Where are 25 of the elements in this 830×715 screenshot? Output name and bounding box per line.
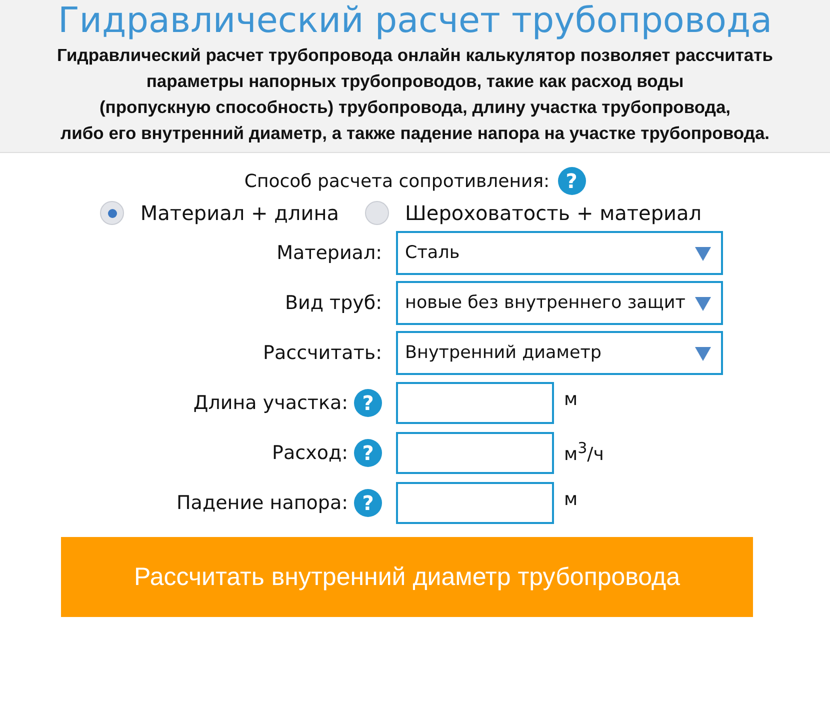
radio-label[interactable]: Шероховатость + материал: [405, 201, 702, 225]
unit-label: м: [564, 389, 578, 410]
select-field[interactable]: новые без внутреннего защит: [396, 281, 723, 325]
input-field[interactable]: [396, 482, 554, 524]
field-label: Расход:: [272, 442, 348, 464]
caret-icon: [695, 346, 711, 362]
page-title: Гидравлический расчет трубопровода: [56, 0, 774, 42]
description-text: Гидравлический расчет трубопровода онлайн калькулятор позволяет рассчитать параметры напорных трубопроводов, такие как расход воды (пропускную способность) трубопровода, длину участка трубопровода, либо его внутренний диаметр, а также падение напора на участке трубопровода.: [56, 44, 774, 145]
method-label: Способ расчета сопротивления:: [244, 170, 550, 192]
unit-label: м$^{3}$/ч: [564, 439, 604, 465]
field-label: Падение напора:: [176, 492, 348, 514]
input-field[interactable]: [396, 432, 554, 474]
radio-button[interactable]: [365, 201, 390, 225]
field-label: Длина участка:: [193, 392, 348, 414]
caret-icon: [695, 296, 711, 312]
field-label: Материал:: [276, 242, 382, 264]
input-field[interactable]: [396, 382, 554, 424]
radio-label[interactable]: Материал + длина: [140, 201, 340, 225]
select-field[interactable]: Внутренний диаметр: [396, 331, 723, 375]
caret-icon: [695, 246, 711, 262]
radio-button[interactable]: [100, 201, 124, 225]
select-field[interactable]: Сталь: [396, 231, 723, 275]
unit-label: м: [564, 489, 578, 510]
field-label: Рассчитать:: [263, 342, 382, 364]
field-label: Вид труб:: [284, 292, 382, 314]
